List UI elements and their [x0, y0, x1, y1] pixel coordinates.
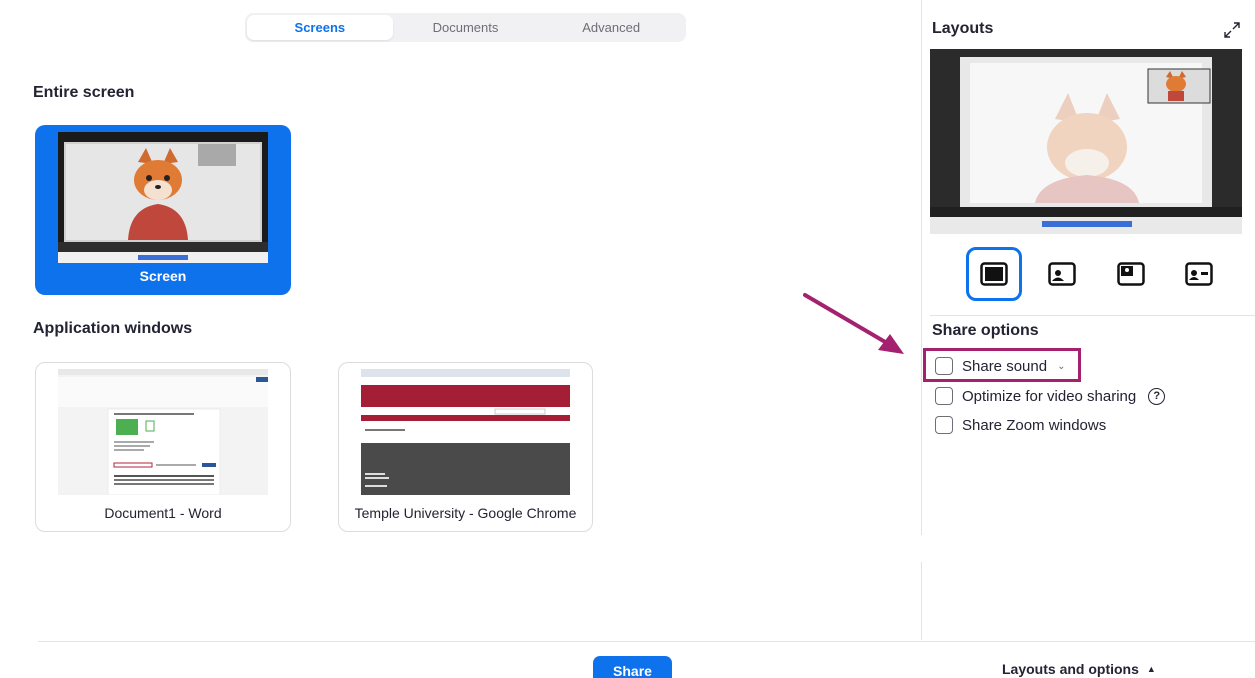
- share-zoom-windows-option[interactable]: Share Zoom windows: [935, 416, 1106, 434]
- chrome-thumbnail: [361, 369, 570, 495]
- screen-card[interactable]: Screen: [35, 125, 291, 295]
- annotation-arrow-icon: [803, 293, 904, 354]
- speaker-top-left-icon: [1117, 262, 1145, 286]
- optimize-video-label: Optimize for video sharing: [962, 387, 1137, 405]
- screen-thumbnail: [58, 132, 268, 263]
- expand-icon[interactable]: [1222, 20, 1242, 40]
- tab-documents[interactable]: Documents: [393, 15, 539, 40]
- chrome-preview-image: [361, 369, 570, 495]
- share-zoom-windows-label: Share Zoom windows: [962, 416, 1107, 434]
- layout-screen-only-button[interactable]: [966, 247, 1022, 301]
- screen-only-icon: [980, 262, 1008, 286]
- speaker-side-icon: [1185, 262, 1213, 286]
- help-icon[interactable]: ?: [1148, 387, 1166, 405]
- layouts-and-options-label: Layouts and options: [1002, 661, 1139, 677]
- layouts-and-options-toggle[interactable]: Layouts and options ▲: [1002, 661, 1156, 677]
- layout-speaker-top-left-button[interactable]: [1103, 247, 1159, 301]
- layout-preview-image: [930, 49, 1242, 234]
- layout-speaker-left-button[interactable]: [1034, 247, 1090, 301]
- share-options-heading: Share options: [932, 322, 1039, 339]
- word-window-card[interactable]: Document1 - Word: [35, 362, 291, 532]
- footer-divider: [38, 641, 1255, 642]
- highlight-box: [923, 348, 1081, 382]
- options-divider: [930, 315, 1255, 316]
- source-tabs: Screens Documents Advanced: [245, 13, 686, 42]
- caret-up-icon: ▲: [1146, 664, 1156, 674]
- application-windows-heading: Application windows: [33, 320, 193, 337]
- tab-screens[interactable]: Screens: [247, 15, 393, 40]
- screen-card-label: Screen: [139, 268, 187, 284]
- optimize-video-option[interactable]: Optimize for video sharing ?: [935, 387, 1166, 405]
- screen-preview-image: [58, 132, 268, 263]
- share-zoom-windows-checkbox[interactable]: [935, 416, 953, 434]
- tab-advanced[interactable]: Advanced: [538, 15, 684, 40]
- chrome-card-label: Temple University - Google Chrome: [354, 505, 577, 521]
- layout-preview: [930, 49, 1242, 234]
- word-card-label: Document1 - Word: [104, 505, 222, 521]
- layout-speaker-side-button[interactable]: [1171, 247, 1227, 301]
- layouts-heading: Layouts: [932, 20, 994, 37]
- panel-divider: [921, 0, 922, 535]
- word-preview-image: [58, 369, 268, 495]
- share-button[interactable]: Share: [593, 656, 672, 678]
- word-thumbnail: [58, 369, 268, 495]
- panel-divider-lower: [921, 562, 922, 640]
- speaker-left-icon: [1048, 262, 1076, 286]
- chrome-window-card[interactable]: Temple University - Google Chrome: [338, 362, 593, 532]
- entire-screen-heading: Entire screen: [33, 84, 135, 101]
- optimize-video-checkbox[interactable]: [935, 387, 953, 405]
